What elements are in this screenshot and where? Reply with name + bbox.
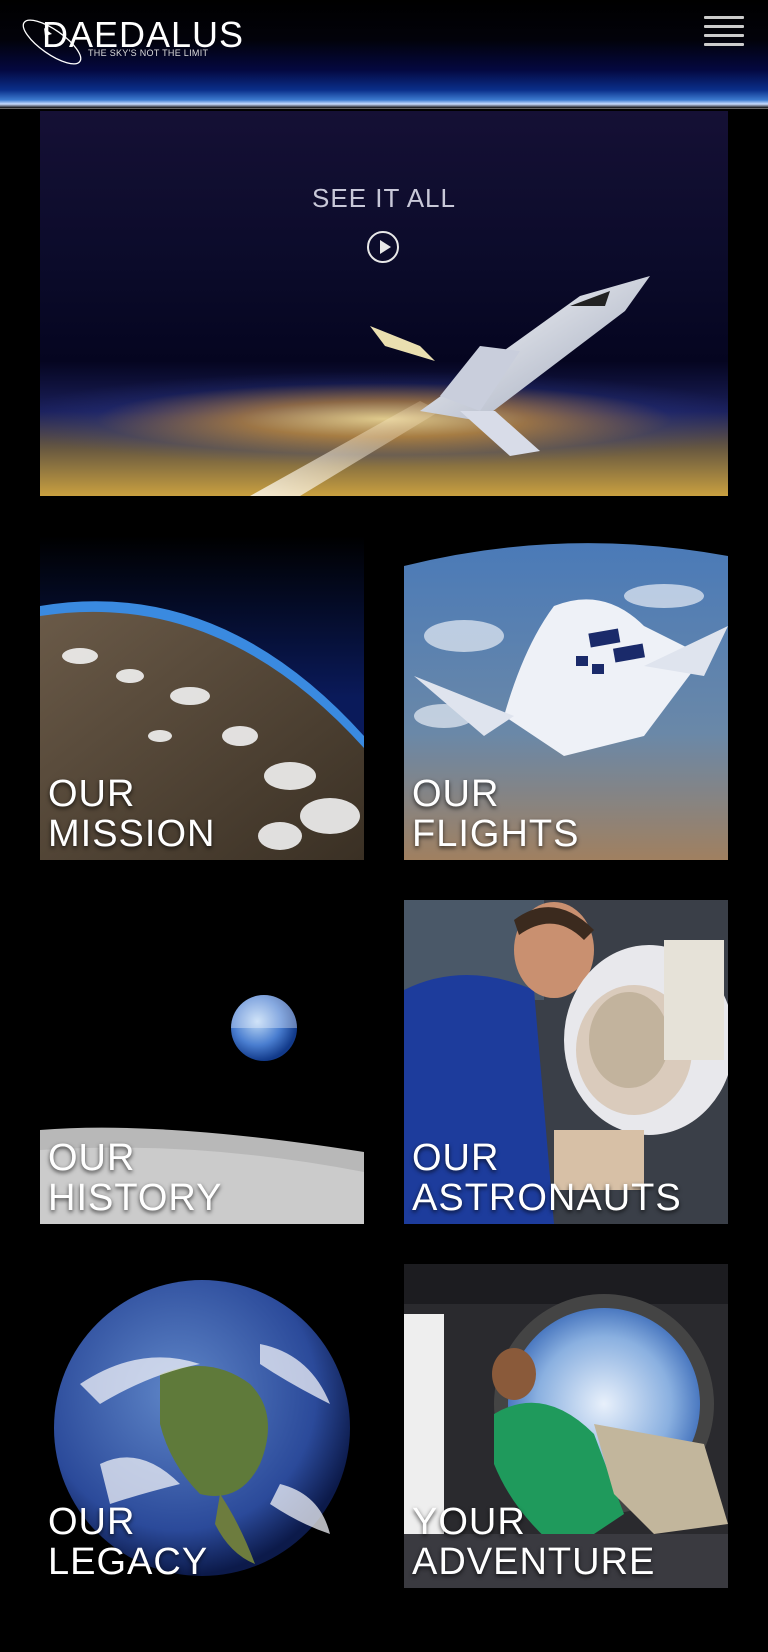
tile-label: OUR MISSION [48, 773, 216, 855]
tile-our-flights[interactable]: OUR FLIGHTS [404, 536, 728, 860]
tile-our-history[interactable]: OUR HISTORY [40, 900, 364, 1224]
play-circle-icon[interactable] [367, 231, 399, 263]
tile-label: YOUR ADVENTURE [412, 1501, 656, 1583]
site-header: DAEDALUS THE SKY'S NOT THE LIMIT [0, 0, 768, 109]
tile-our-legacy[interactable]: OUR LEGACY [40, 1264, 364, 1588]
tile-label: OUR ASTRONAUTS [412, 1137, 682, 1219]
logo-tagline: THE SKY'S NOT THE LIMIT [88, 48, 209, 58]
hamburger-menu-icon[interactable] [704, 16, 744, 50]
tile-label: OUR FLIGHTS [412, 773, 580, 855]
tile-your-adventure[interactable]: YOUR ADVENTURE [404, 1264, 728, 1588]
tile-our-mission[interactable]: OUR MISSION [40, 536, 364, 860]
hero-title: SEE IT ALL [312, 183, 456, 213]
hero-video-banner[interactable]: SEE IT ALL [40, 111, 728, 496]
logo[interactable]: DAEDALUS THE SKY'S NOT THE LIMIT [18, 14, 248, 68]
tile-our-astronauts[interactable]: OUR ASTRONAUTS [404, 900, 728, 1224]
tile-label: OUR LEGACY [48, 1501, 209, 1583]
tile-label: OUR HISTORY [48, 1137, 223, 1219]
spacecraft-image [250, 276, 650, 496]
